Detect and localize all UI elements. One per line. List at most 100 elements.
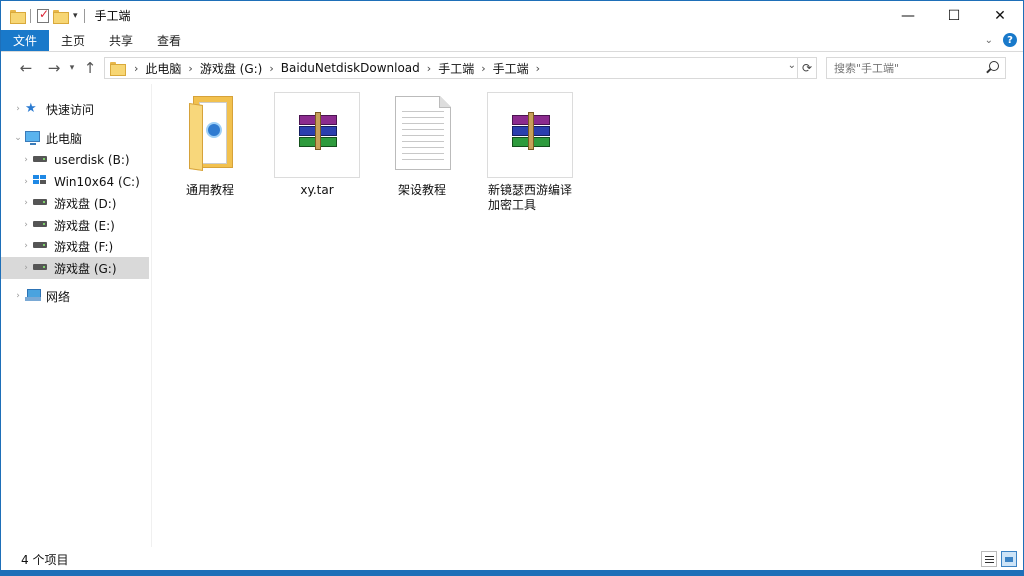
new-folder-icon[interactable] — [53, 9, 69, 24]
chevron-right-icon[interactable]: › — [423, 62, 435, 75]
file-name-line: 新镜瑟西游编译 — [488, 183, 573, 197]
file-name: 新镜瑟西游编译 加密工具 — [486, 183, 574, 213]
toolbar-separator — [30, 8, 31, 23]
tab-home[interactable]: 主页 — [49, 30, 97, 51]
navigation-bar: ← → ▾ ↑ › 此电脑 › 游戏盘 (G:) › BaiduNetdiskD… — [1, 53, 1023, 83]
refresh-button[interactable]: ⟳ — [797, 57, 817, 79]
expand-chevron-icon[interactable]: › — [19, 241, 33, 251]
folder-icon[interactable] — [10, 9, 26, 24]
sidebar-item-this-pc[interactable]: ⌄ 此电脑 — [1, 127, 149, 149]
chevron-right-icon[interactable]: › — [477, 62, 489, 75]
expand-chevron-icon[interactable]: › — [11, 291, 25, 301]
expand-chevron-icon[interactable]: › — [19, 177, 33, 187]
drive-icon — [33, 196, 49, 210]
quick-access-toolbar: ▾ — [1, 7, 87, 24]
status-bar: 4 个项目 — [1, 547, 1023, 571]
maximize-button[interactable]: ☐ — [931, 1, 977, 30]
windows-drive-icon — [33, 175, 49, 189]
search-input[interactable] — [827, 61, 977, 75]
navigation-pane: › ★ 快速访问 ⌄ 此电脑 › userdisk (B:) › Win10x6… — [1, 84, 151, 547]
tab-share[interactable]: 共享 — [97, 30, 145, 51]
customize-toolbar-dropdown-icon[interactable]: ▾ — [73, 11, 78, 21]
sidebar-item-label: 网络 — [46, 289, 71, 304]
breadcrumb-shougongduan-1[interactable]: 手工端 — [435, 60, 477, 77]
sidebar-item-drive-c[interactable]: › Win10x64 (C:) — [1, 171, 149, 193]
network-icon — [25, 289, 41, 303]
sidebar-item-drive-d[interactable]: › 游戏盘 (D:) — [1, 192, 149, 214]
file-name: xy.tar — [300, 183, 334, 197]
expand-chevron-icon[interactable]: › — [19, 220, 33, 230]
breadcrumb-baidunetdiskdownload[interactable]: BaiduNetdiskDownload — [278, 61, 423, 75]
star-icon: ★ — [25, 101, 37, 116]
expand-chevron-icon[interactable]: › — [11, 104, 25, 114]
folder-icon — [110, 62, 126, 76]
search-box[interactable] — [826, 57, 1006, 79]
large-icons-view-icon[interactable] — [1001, 551, 1017, 567]
file-list: 通用教程 xy.tar 架设教程 新镜瑟西游编译 加密工具 — [153, 84, 1021, 547]
file-item[interactable]: 新镜瑟西游编译 加密工具 — [486, 84, 574, 213]
sidebar-item-label: 此电脑 — [46, 131, 83, 146]
drive-icon — [33, 218, 49, 232]
chevron-right-icon[interactable]: › — [265, 62, 277, 75]
address-history-dropdown-icon[interactable]: ⌄ — [788, 60, 796, 71]
file-name-line: 加密工具 — [488, 198, 537, 212]
winrar-archive-icon — [274, 92, 360, 178]
back-button[interactable]: ← — [15, 57, 37, 79]
sidebar-item-label: 游戏盘 (F:) — [54, 239, 114, 254]
collapse-chevron-icon[interactable]: ⌄ — [11, 133, 25, 143]
tab-view[interactable]: 查看 — [145, 30, 193, 51]
breadcrumb-shougongduan-2[interactable]: 手工端 — [490, 60, 532, 77]
window-bottom-edge — [0, 570, 1024, 576]
toolbar-separator — [83, 8, 85, 23]
address-bar[interactable]: › 此电脑 › 游戏盘 (G:) › BaiduNetdiskDownload … — [104, 57, 817, 79]
chevron-right-icon[interactable]: › — [130, 62, 142, 75]
file-item[interactable]: 通用教程 — [167, 84, 253, 198]
drive-icon — [33, 239, 49, 253]
sidebar-item-label: 游戏盘 (E:) — [54, 218, 115, 233]
chevron-right-icon[interactable]: › — [184, 62, 196, 75]
sidebar-item-drive-f[interactable]: › 游戏盘 (F:) — [1, 235, 149, 257]
item-count: 4 个项目 — [21, 552, 69, 567]
window-controls: — ☐ ✕ — [885, 1, 1023, 30]
folder-icon — [167, 92, 253, 178]
chevron-right-icon[interactable]: › — [532, 62, 544, 75]
ribbon-right: ⌄ ? — [985, 33, 1017, 47]
title-bar: ▾ 手工端 — ☐ ✕ — [1, 1, 1023, 30]
search-icon[interactable] — [989, 61, 999, 71]
file-name: 通用教程 — [185, 183, 234, 197]
close-button[interactable]: ✕ — [977, 1, 1023, 30]
text-document-icon — [379, 92, 465, 178]
computer-icon — [25, 131, 41, 145]
up-button[interactable]: ↑ — [79, 57, 101, 79]
sidebar-item-network[interactable]: › 网络 — [1, 285, 149, 307]
help-icon[interactable]: ? — [1003, 33, 1017, 47]
explorer-window: ▾ 手工端 — ☐ ✕ 文件 主页 共享 查看 ⌄ ? ← → ▾ ↑ › 此电… — [0, 0, 1024, 576]
expand-ribbon-icon[interactable]: ⌄ — [985, 35, 993, 46]
sidebar-item-quick-access[interactable]: › ★ 快速访问 — [1, 98, 149, 120]
expand-chevron-icon[interactable]: › — [19, 198, 33, 208]
sidebar-item-label: 游戏盘 (G:) — [54, 261, 117, 276]
forward-button[interactable]: → — [43, 57, 65, 79]
minimize-button[interactable]: — — [885, 1, 931, 30]
breadcrumb-this-pc[interactable]: 此电脑 — [142, 60, 184, 77]
expand-chevron-icon[interactable]: › — [19, 155, 33, 165]
sidebar-item-drive-e[interactable]: › 游戏盘 (E:) — [1, 214, 149, 236]
drive-icon — [33, 261, 49, 275]
tab-file[interactable]: 文件 — [1, 30, 49, 51]
expand-chevron-icon[interactable]: › — [19, 263, 33, 273]
properties-icon[interactable] — [37, 7, 49, 23]
breadcrumb-drive-g[interactable]: 游戏盘 (G:) — [197, 60, 266, 77]
sidebar-item-label: 游戏盘 (D:) — [54, 196, 117, 211]
sidebar-item-drive-g[interactable]: › 游戏盘 (G:) — [1, 257, 149, 279]
view-toggle — [981, 551, 1017, 567]
file-item[interactable]: xy.tar — [274, 84, 360, 198]
file-name: 架设教程 — [397, 183, 446, 197]
breadcrumb: › 此电脑 › 游戏盘 (G:) › BaiduNetdiskDownload … — [130, 60, 544, 77]
details-view-icon[interactable] — [981, 551, 997, 567]
winrar-archive-icon — [487, 92, 573, 178]
sidebar-item-label: userdisk (B:) — [54, 153, 130, 167]
sidebar-item-drive-b[interactable]: › userdisk (B:) — [1, 149, 149, 171]
pane-divider[interactable] — [151, 84, 152, 547]
file-item[interactable]: 架设教程 — [379, 84, 465, 198]
recent-locations-button[interactable]: ▾ — [65, 57, 79, 79]
